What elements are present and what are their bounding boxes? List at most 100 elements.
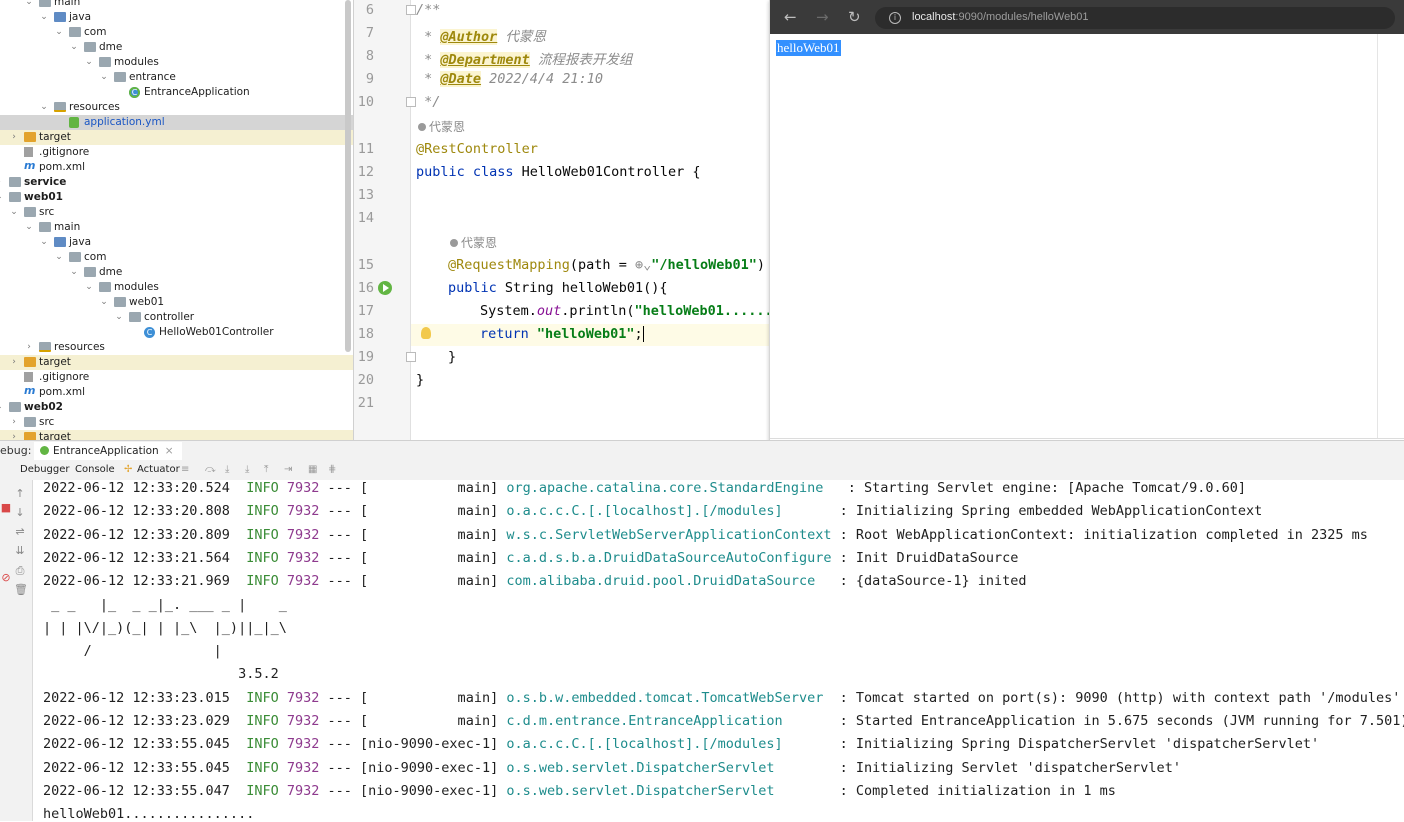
mute-breakpoints-icon[interactable]: ⊘ [0, 572, 12, 584]
print-icon[interactable]: ⎙ [14, 565, 26, 577]
line-number[interactable]: 14 [354, 210, 374, 226]
info-icon[interactable]: i [889, 12, 901, 24]
soft-wrap-icon[interactable]: ⇌ [14, 526, 26, 538]
scroll-to-end-icon[interactable]: ⇊ [14, 545, 26, 557]
evaluate-icon[interactable]: ▦ [308, 465, 318, 475]
clear-icon[interactable]: 🗑 [14, 584, 28, 596]
line-number[interactable]: 8 [354, 48, 374, 64]
scroll-up-icon[interactable]: ↑ [14, 488, 26, 500]
tree-item[interactable]: ⌄ dme [0, 265, 353, 280]
line-number[interactable]: 18 [354, 326, 374, 342]
chevron-down-icon[interactable]: ⌄ [24, 0, 34, 10]
tree-item[interactable]: application.yml [0, 115, 353, 130]
tree-item[interactable]: .gitignore [0, 145, 353, 160]
line-number[interactable]: 13 [354, 187, 374, 203]
fold-marker-icon[interactable] [406, 5, 416, 15]
line-number[interactable]: 10 [354, 94, 374, 110]
tree-item[interactable]: ⌄ modules [0, 55, 353, 70]
chevron-down-icon[interactable]: ⌄ [69, 40, 79, 55]
chevron-down-icon[interactable]: ⌄ [0, 400, 4, 415]
tree-item[interactable]: ⌄ java [0, 235, 353, 250]
tree-item[interactable]: › target [0, 355, 353, 370]
address-bar[interactable]: i localhost:9090/modules/helloWeb01 [875, 7, 1395, 29]
project-tree-scrollbar[interactable] [345, 0, 351, 352]
tree-item[interactable]: ⌄ web01 [0, 190, 353, 205]
tree-item[interactable]: ⌄ main [0, 0, 353, 10]
chevron-right-icon[interactable]: › [24, 340, 34, 355]
tree-item[interactable]: .gitignore [0, 370, 353, 385]
list-icon[interactable]: ≡ [181, 465, 191, 475]
reload-icon[interactable]: ↻ [848, 9, 861, 25]
chevron-down-icon[interactable]: ⌄ [39, 100, 49, 115]
line-number[interactable]: 21 [354, 395, 374, 411]
force-step-into-icon[interactable]: ⤓ [245, 465, 255, 475]
tree-item[interactable]: ⌄ dme [0, 40, 353, 55]
close-icon[interactable]: × [165, 445, 174, 457]
run-to-cursor-icon[interactable]: ⇥ [284, 465, 294, 475]
tree-item[interactable]: C EntranceApplication [0, 85, 353, 100]
line-number[interactable]: 20 [354, 372, 374, 388]
url-text[interactable]: localhost:9090/modules/helloWeb01 [912, 11, 1089, 23]
chevron-right-icon[interactable]: › [9, 355, 19, 370]
back-icon[interactable]: ← [784, 9, 797, 25]
chevron-down-icon[interactable]: ⌄ [39, 10, 49, 25]
chevron-down-icon[interactable]: ⌄ [69, 265, 79, 280]
tree-item[interactable]: ⌄ web01 [0, 295, 353, 310]
line-number[interactable]: 17 [354, 303, 374, 319]
chevron-down-icon[interactable]: ⌄ [24, 220, 34, 235]
tree-item[interactable]: m pom.xml [0, 384, 353, 400]
globe-icon[interactable]: ⊕⌄ [635, 257, 651, 273]
tree-item[interactable]: › target [0, 430, 353, 440]
line-number[interactable]: 11 [354, 141, 374, 157]
tree-item[interactable]: ⌄ web02 [0, 400, 353, 415]
author-hint[interactable]: 代蒙恩 [418, 118, 465, 135]
tree-item[interactable]: C HelloWeb01Controller [0, 325, 353, 340]
forward-icon[interactable]: → [816, 9, 829, 25]
tree-item[interactable]: ⌄ entrance [0, 70, 353, 85]
line-number[interactable]: 6 [354, 2, 374, 18]
tree-item[interactable]: ⌄ main [0, 220, 353, 235]
tree-item[interactable]: ⌄ controller [0, 310, 353, 325]
chevron-right-icon[interactable]: › [9, 415, 19, 430]
line-number[interactable]: 15 [354, 257, 374, 273]
run-gutter-icon[interactable] [378, 281, 392, 295]
step-out-icon[interactable]: ⤒ [264, 465, 274, 475]
chevron-right-icon[interactable]: › [9, 130, 19, 145]
tree-item[interactable]: ⌄ modules [0, 280, 353, 295]
line-number[interactable]: 16 [354, 280, 374, 296]
fold-marker-icon[interactable] [406, 352, 416, 362]
tree-item[interactable]: ⌄ src [0, 205, 353, 220]
step-over-icon[interactable]: ⤼ [205, 465, 216, 475]
line-number[interactable]: 7 [354, 25, 374, 41]
fold-marker-icon[interactable] [406, 97, 416, 107]
tree-item[interactable]: › service [0, 175, 353, 190]
tree-item[interactable]: ⌄ resources [0, 100, 353, 115]
tree-item[interactable]: ⌄ com [0, 25, 353, 40]
tab-actuator[interactable]: Actuator [137, 464, 180, 475]
tree-item[interactable]: › resources [0, 340, 353, 355]
tree-item[interactable]: ⌄ com [0, 250, 353, 265]
line-number[interactable]: 9 [354, 71, 374, 87]
chevron-right-icon[interactable]: › [9, 430, 19, 440]
chevron-down-icon[interactable]: ⌄ [99, 295, 109, 310]
author-hint[interactable]: 代蒙恩 [450, 234, 497, 251]
step-into-icon[interactable]: ⤓ [225, 465, 235, 475]
tab-debugger[interactable]: Debugger [20, 464, 70, 475]
tree-item[interactable]: › target [0, 130, 353, 145]
tab-console[interactable]: Console [75, 464, 115, 475]
chevron-down-icon[interactable]: ⌄ [0, 190, 4, 205]
chevron-down-icon[interactable]: ⌄ [84, 55, 94, 70]
tree-item[interactable]: ⌄ java [0, 10, 353, 25]
stop-icon[interactable]: ■ [0, 502, 12, 514]
lightbulb-icon[interactable] [421, 327, 431, 339]
run-config-tab[interactable]: EntranceApplication × [34, 442, 182, 460]
chevron-down-icon[interactable]: ⌄ [99, 70, 109, 85]
chevron-right-icon[interactable]: › [0, 175, 4, 190]
scroll-down-icon[interactable]: ↓ [14, 507, 26, 519]
chevron-down-icon[interactable]: ⌄ [54, 250, 64, 265]
trace-icon[interactable]: ⋕ [328, 465, 338, 475]
chevron-down-icon[interactable]: ⌄ [54, 25, 64, 40]
chevron-down-icon[interactable]: ⌄ [114, 310, 124, 325]
chevron-down-icon[interactable]: ⌄ [9, 205, 19, 220]
tree-item[interactable]: m pom.xml [0, 159, 353, 175]
